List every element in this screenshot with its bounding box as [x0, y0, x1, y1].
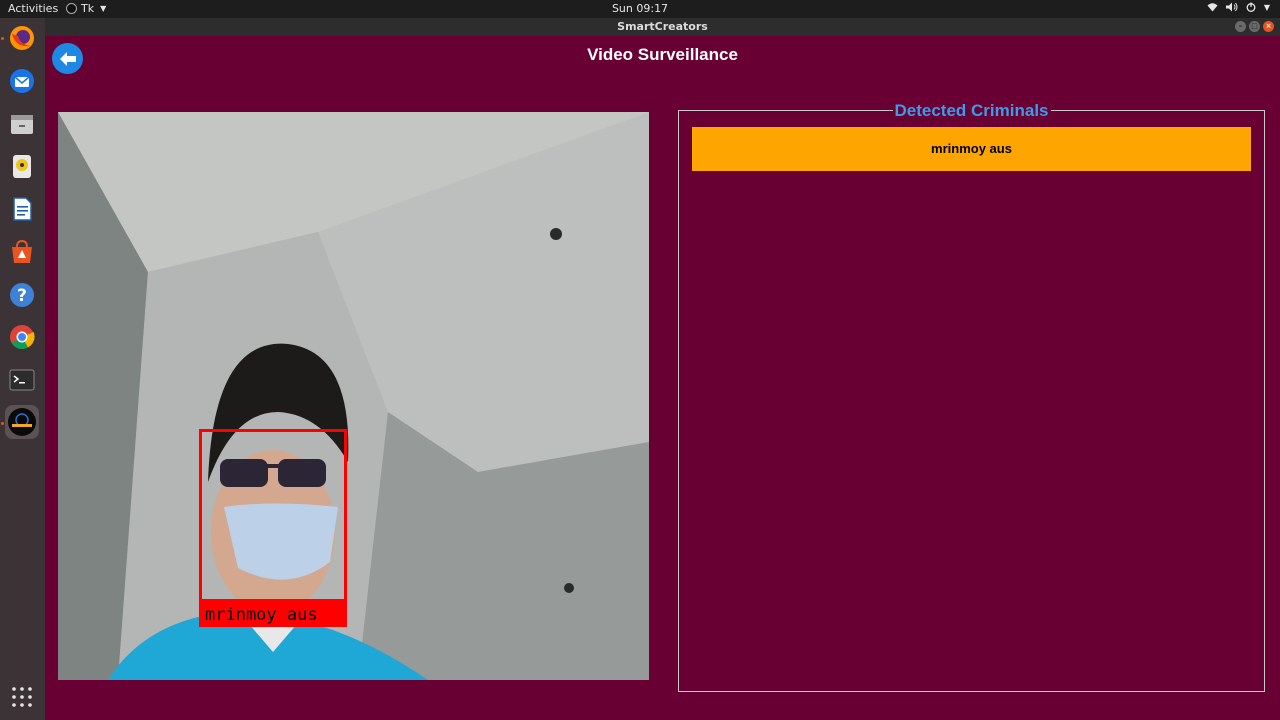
- system-tray[interactable]: ▼: [1207, 2, 1270, 12]
- app-menu-label: Tk: [81, 2, 95, 15]
- detected-criminal-item[interactable]: mrinmoy aus: [692, 127, 1251, 171]
- top-panel: Activities Tk ▼ Sun 09:17 ▼: [0, 0, 1280, 18]
- chrome-icon[interactable]: [5, 320, 39, 354]
- clock[interactable]: Sun 09:17: [0, 2, 1280, 15]
- window-titlebar[interactable]: SmartCreators – □ ×: [45, 18, 1280, 36]
- detected-criminals-panel: Detected Criminals mrinmoy aus: [678, 101, 1265, 692]
- files-icon[interactable]: [5, 107, 39, 141]
- grid-icon[interactable]: [5, 680, 39, 714]
- firefox-icon[interactable]: [5, 21, 39, 55]
- caret-down-icon: ▼: [100, 4, 107, 13]
- detection-label: mrinmoy aus: [205, 605, 318, 625]
- volume-icon: [1225, 2, 1238, 12]
- tk-app-icon: [66, 3, 77, 14]
- thunderbird-icon[interactable]: [5, 64, 39, 98]
- panel-heading: Detected Criminals: [892, 101, 1051, 120]
- running-indicator: [1, 422, 4, 425]
- software-icon[interactable]: [5, 235, 39, 269]
- minimize-icon[interactable]: –: [1235, 21, 1246, 32]
- wifi-icon: [1207, 3, 1218, 12]
- camera-feed: mrinmoy aus: [58, 112, 649, 680]
- terminal-icon[interactable]: [5, 363, 39, 397]
- page-title: Video Surveillance: [587, 45, 738, 64]
- rhythmbox-icon[interactable]: [5, 149, 39, 183]
- window-title: SmartCreators: [617, 20, 708, 33]
- svg-text:?: ?: [17, 286, 27, 306]
- smartcreators-app-icon[interactable]: [5, 405, 39, 439]
- caret-down-icon: ▼: [1263, 2, 1270, 12]
- help-icon[interactable]: ?: [5, 278, 39, 312]
- app-menu[interactable]: Tk ▼: [66, 2, 106, 15]
- maximize-icon[interactable]: □: [1249, 21, 1260, 32]
- dock: ?: [0, 18, 45, 720]
- power-icon: [1246, 2, 1256, 12]
- close-icon[interactable]: ×: [1263, 21, 1274, 32]
- app-window: Video Surveillance mrinmoy aus Detected …: [45, 36, 1280, 720]
- running-indicator: [1, 37, 4, 40]
- activities-button[interactable]: Activities: [8, 2, 58, 15]
- writer-icon[interactable]: [5, 192, 39, 226]
